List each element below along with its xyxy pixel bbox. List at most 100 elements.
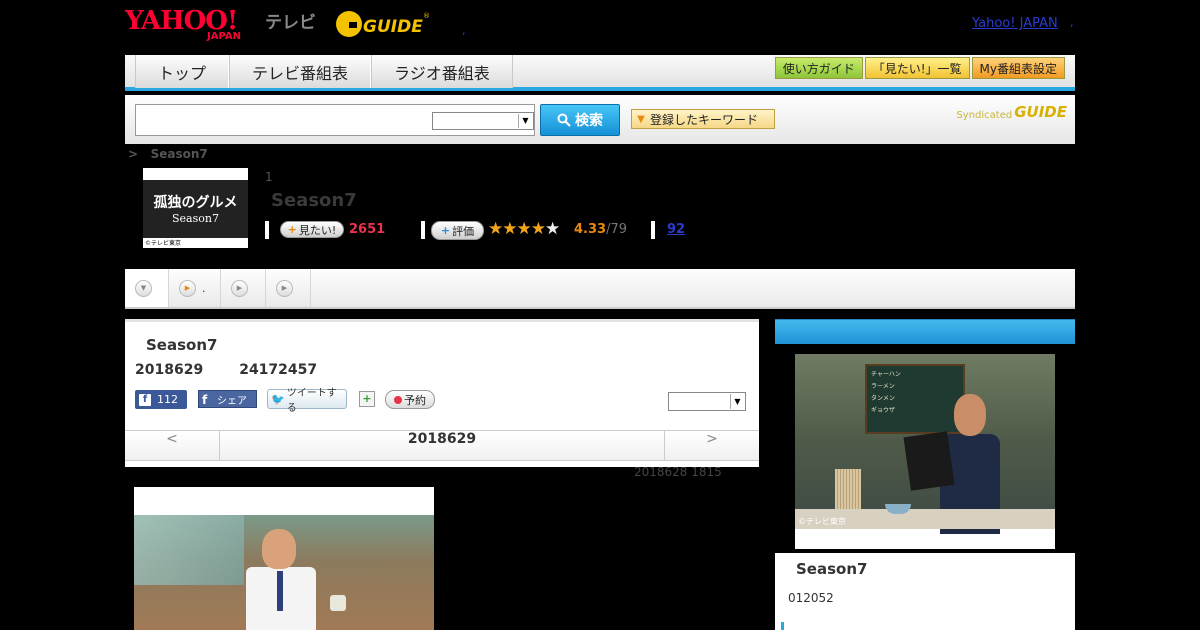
twitter-bird-icon: 🐦 — [271, 392, 285, 406]
nav-tab-top[interactable]: トップ — [135, 55, 230, 88]
episode-meta: 2018629 24172457 — [135, 362, 317, 378]
play-icon: ▶ — [276, 279, 293, 297]
episode-time: 24172457 — [239, 362, 318, 378]
record-dot-icon — [394, 395, 402, 404]
thumbnail-title: 孤独のグルメ — [153, 195, 238, 211]
side-image-frame: チャーハン ラーメン タンメン ギョウザ ©テレビ東京 — [775, 344, 1075, 553]
photo-person-tie — [277, 571, 283, 611]
chopsticks-holder — [835, 469, 861, 509]
header-link-dot-right[interactable]: , — [1070, 16, 1074, 29]
yahoo-japan-link[interactable]: Yahoo! JAPAN — [972, 16, 1058, 31]
facebook-like-count: 112 — [157, 393, 178, 406]
divider-bar — [651, 221, 655, 239]
facebook-share-label: シェア — [217, 395, 247, 407]
next-date-button[interactable]: > — [664, 431, 759, 460]
reserve-label: 予約 — [404, 393, 426, 407]
program-subtabs: ▼ ▶ . ▶ ▶ — [125, 269, 1075, 309]
star-empty-icon: ★ — [545, 219, 560, 239]
divider-bar — [421, 221, 425, 239]
gguide-wordmark: GUIDE — [363, 17, 423, 37]
subtab-1[interactable]: ▼ — [125, 269, 169, 307]
subtab-4[interactable]: ▶ — [266, 269, 311, 307]
add-icon[interactable]: + — [359, 391, 375, 407]
subtab-2[interactable]: ▶ . — [169, 269, 221, 307]
my-listings-settings-button[interactable]: My番組表設定 — [971, 57, 1065, 79]
nav-buttons: 使い方ガイド 「見たい!」一覧 My番組表設定 — [774, 57, 1065, 79]
tweet-label: ツイートする — [286, 388, 337, 414]
review-count-link[interactable]: 92 — [667, 222, 685, 237]
tv-label[interactable]: テレビ — [265, 8, 316, 33]
facebook-like-button[interactable]: f 112 — [135, 390, 187, 409]
program-thumbnail[interactable]: 孤独のグルメ Season7 ©テレビ東京 — [143, 168, 248, 248]
program-thumbnail-art: 孤独のグルメ Season7 — [143, 180, 248, 238]
menu-board-line: ラーメン — [871, 383, 895, 390]
side-panel-header — [775, 319, 1075, 344]
chevron-down-icon: ▼ — [730, 394, 744, 409]
episode-photo-scene — [134, 515, 434, 630]
episode-number: 1 — [265, 170, 273, 184]
facebook-icon: f — [139, 393, 151, 406]
guide-button[interactable]: 使い方ガイド — [774, 57, 863, 79]
program-key-visual[interactable]: チャーハン ラーメン タンメン ギョウザ ©テレビ東京 — [795, 354, 1055, 549]
episode-select[interactable]: ▼ — [668, 392, 746, 411]
rate-label: 評価 — [452, 224, 475, 238]
star-icon: ★ — [516, 219, 532, 239]
breadcrumb-current: Season7 — [150, 147, 208, 161]
search-category-select[interactable]: ▼ — [432, 112, 534, 130]
subtab-3[interactable]: ▶ — [221, 269, 266, 307]
episode-date: 2018629 — [135, 362, 204, 378]
side-panel: チャーハン ラーメン タンメン ギョウザ ©テレビ東京 Season7 0120… — [775, 319, 1075, 630]
syndicated-gguide-logo: Syndicated GUIDE — [956, 103, 1067, 121]
star-icon: ★ — [530, 219, 546, 239]
actor-head — [954, 394, 986, 436]
japan-wordmark: JAPAN — [207, 31, 241, 42]
yahoo-japan-logo[interactable]: YAHOO! JAPAN — [125, 6, 262, 42]
side-accent-bar — [781, 622, 784, 630]
divider-bar — [265, 221, 269, 239]
breadcrumb: > Season7 — [128, 147, 208, 161]
search-button[interactable]: 検索 — [540, 104, 620, 136]
watchlist-button[interactable]: 「見たい!」一覧 — [864, 57, 970, 79]
syndicated-wordmark: GUIDE — [1014, 103, 1067, 121]
episode-photo[interactable] — [134, 487, 434, 630]
nav-tab-tv-listings[interactable]: テレビ番組表 — [229, 55, 372, 88]
episode-panel: Season7 2018629 24172457 f 112 f シェア 🐦 ツイ… — [125, 319, 759, 467]
tweet-button[interactable]: 🐦 ツイートする — [267, 388, 347, 414]
plus-icon: + — [440, 224, 451, 237]
nav-tab-radio-listings[interactable]: ラジオ番組表 — [371, 55, 513, 88]
star-icon: ★ — [488, 219, 503, 239]
rating-value: 4.33 — [574, 222, 607, 237]
thumbnail-subtitle: Season7 — [172, 212, 219, 225]
breadcrumb-separator: > — [128, 147, 139, 161]
reserve-button[interactable]: 予約 — [385, 390, 435, 409]
date-navigation: < 2018629 > — [125, 430, 759, 461]
chevron-down-icon: ▼ — [135, 279, 152, 297]
saved-keywords-button[interactable]: ▼ 登録したキーワード — [631, 109, 775, 129]
header-link-dot[interactable]: , — [462, 24, 466, 37]
thumbnail-copyright: ©テレビ東京 — [145, 240, 182, 247]
want-to-watch-label: 見たい! — [298, 223, 337, 237]
play-icon: ▶ — [179, 279, 196, 297]
search-bar: ▼ 検索 ▼ 登録したキーワード Syndicated GUIDE — [125, 95, 1075, 144]
registered-mark: ® — [423, 12, 430, 20]
gguide-logo[interactable]: GUIDE ® — [335, 8, 430, 40]
prev-date-button[interactable]: < — [125, 431, 220, 460]
rating-score: 4.33/79 — [574, 222, 627, 237]
rating-stars: ★★★★★ — [488, 219, 560, 239]
menu-board-line: チャーハン — [871, 371, 901, 378]
program-title: Season7 — [271, 190, 357, 211]
want-to-watch-count: 2651 — [349, 222, 386, 237]
facebook-share-button[interactable]: f シェア — [198, 390, 257, 408]
photo-window — [134, 515, 244, 585]
page: YAHOO! JAPAN テレビ GUIDE ® , Yahoo! JAPAN … — [0, 0, 1200, 630]
facebook-icon: f — [202, 393, 208, 407]
want-to-watch-button[interactable]: + 見たい! — [280, 221, 344, 238]
search-button-label: 検索 — [575, 113, 603, 129]
current-date: 2018629 — [407, 431, 477, 447]
side-program-title: Season7 — [796, 560, 868, 578]
nav-tabs: トップ テレビ番組表 ラジオ番組表 — [135, 55, 513, 88]
rate-button[interactable]: + 評価 — [431, 221, 484, 240]
photo-cup — [330, 595, 346, 611]
plus-icon: + — [287, 223, 297, 236]
side-program-meta: 012052 — [788, 591, 834, 605]
